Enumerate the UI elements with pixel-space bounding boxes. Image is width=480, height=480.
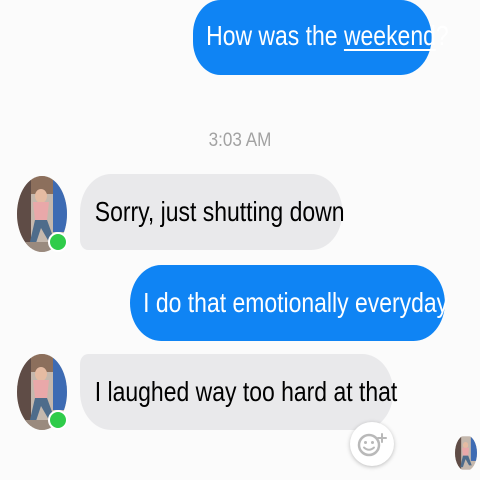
- message-text: I do that emotionally everyday: [143, 287, 449, 318]
- message-text-end: ?: [435, 20, 449, 51]
- message-text: Sorry, just shutting down: [94, 196, 345, 227]
- outgoing-message-bubble[interactable]: I do that emotionally everyday: [130, 265, 449, 341]
- incoming-message-bubble[interactable]: I laughed way too hard at that: [80, 354, 397, 430]
- seen-indicator-avatar: [455, 435, 477, 471]
- outgoing-message-bubble[interactable]: How was the weekend?: [193, 0, 449, 75]
- incoming-message-bubble[interactable]: Sorry, just shutting down: [80, 174, 345, 250]
- smiley-plus-icon: [357, 433, 387, 457]
- message-text: I laughed way too hard at that: [94, 376, 398, 407]
- seen-avatar-icon: [455, 436, 477, 470]
- chat-thread: How was the weekend? 3:03 AM Sorry, just…: [0, 0, 480, 480]
- message-timestamp: 3:03 AM: [208, 130, 272, 151]
- add-reaction-button[interactable]: [350, 422, 394, 466]
- message-link-weekend[interactable]: weekend: [344, 20, 436, 51]
- online-status-indicator: [48, 232, 68, 252]
- message-text: How was the: [206, 20, 344, 51]
- online-status-indicator: [48, 410, 68, 430]
